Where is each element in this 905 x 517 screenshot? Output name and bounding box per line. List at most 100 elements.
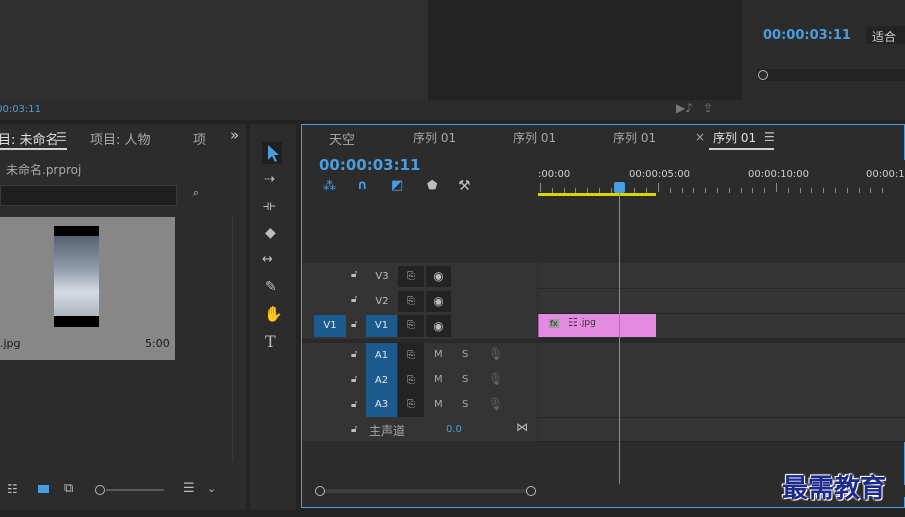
a1-sync-lock[interactable]: ⎘: [398, 343, 424, 368]
snap-icon[interactable]: ∩: [357, 178, 368, 193]
v2-lock-icon[interactable]: 🔓︎: [351, 294, 357, 305]
a1-solo-button[interactable]: S: [462, 349, 468, 360]
v2-eye-icon[interactable]: ◉: [426, 291, 451, 312]
v1-sync-lock[interactable]: ⎘: [398, 315, 424, 337]
list-view-icon[interactable]: ☷: [7, 482, 18, 496]
a2-sync-lock[interactable]: ⎘: [398, 368, 424, 393]
timeline-tab-active[interactable]: 序列 01: [713, 129, 756, 146]
add-marker-icon[interactable]: ⬟: [427, 178, 437, 192]
v2-track-lane[interactable]: [538, 289, 905, 314]
v3-track-lane[interactable]: [538, 263, 905, 289]
pen-tool-icon[interactable]: ✎: [265, 279, 277, 295]
type-tool-icon[interactable]: T: [265, 332, 276, 351]
v2-target-toggle[interactable]: V2: [368, 291, 396, 312]
clip-image-icon: ☷: [568, 316, 578, 329]
master-volume-value[interactable]: 0.0: [446, 424, 462, 435]
a2-solo-button[interactable]: S: [462, 374, 468, 385]
a1-lock-icon[interactable]: 🔓︎: [351, 349, 357, 360]
timeline-tab-seq-3[interactable]: 序列 01: [613, 129, 656, 146]
clip-name: .jpg: [0, 337, 21, 350]
timeline-tab-seq-1[interactable]: 序列 01: [413, 129, 456, 146]
timeline-scroll-left-knob[interactable]: [315, 486, 325, 496]
work-area-bar[interactable]: [538, 193, 656, 196]
a3-solo-button[interactable]: S: [462, 399, 468, 410]
program-scroll-knob[interactable]: [758, 70, 768, 80]
clip-jpg[interactable]: fx ☷ .jpg: [538, 314, 656, 337]
sort-chevron-icon[interactable]: ⌄: [207, 482, 216, 495]
program-ruler[interactable]: [757, 59, 905, 69]
nest-sequence-icon[interactable]: ⁂: [323, 179, 336, 194]
v3-target-toggle[interactable]: V3: [368, 266, 396, 287]
settings-wrench-icon[interactable]: ⚒: [458, 178, 471, 194]
selection-tool-icon[interactable]: [262, 142, 282, 164]
program-scrubber[interactable]: [757, 69, 905, 81]
a2-voiceover-mic-icon[interactable]: 🎙︎: [488, 372, 503, 386]
project-tab-renwu[interactable]: 项目: 人物: [90, 129, 151, 148]
project-tab-menu[interactable]: ☰: [56, 130, 67, 144]
a3-sync-lock[interactable]: ⎘: [398, 393, 424, 417]
ruler-label-5: 00:00:05:00: [629, 169, 691, 180]
playhead-handle[interactable]: [614, 182, 625, 193]
master-track-lane[interactable]: [538, 418, 905, 442]
timeline-ruler[interactable]: [538, 160, 905, 197]
v3-eye-icon[interactable]: ◉: [426, 266, 451, 287]
a2-mute-button[interactable]: M: [434, 374, 443, 385]
ruler-tick: [669, 188, 671, 193]
a3-mute-button[interactable]: M: [434, 399, 443, 410]
timeline-scroll-right-knob[interactable]: [526, 486, 536, 496]
timeline-tab-menu[interactable]: ☰: [764, 130, 775, 144]
ruler-tick: [870, 188, 872, 193]
ruler-tick: [705, 188, 707, 193]
a1-track-lane[interactable]: [538, 343, 905, 369]
audio-only-icon[interactable]: ▶♪: [676, 101, 693, 115]
go-to-in-out-icon[interactable]: ⋈: [516, 420, 528, 434]
freeform-view-icon[interactable]: ⧉: [64, 481, 73, 496]
export-frame-icon[interactable]: ⇪: [703, 101, 713, 115]
v1-eye-icon[interactable]: ◉: [426, 315, 451, 337]
close-icon[interactable]: ×: [695, 130, 705, 144]
v3-lock-icon[interactable]: 🔓︎: [351, 269, 357, 280]
a3-target-toggle[interactable]: A3: [366, 393, 397, 417]
slip-tool-icon[interactable]: ↔: [262, 252, 273, 267]
project-scrollbar[interactable]: [232, 217, 233, 462]
ruler-label-10: 00:00:10:00: [748, 169, 810, 180]
track-select-tool-icon[interactable]: ⇢: [264, 172, 275, 187]
hand-tool-icon[interactable]: ✋: [264, 305, 283, 323]
zoom-slider-knob[interactable]: [95, 485, 105, 495]
project-search-input[interactable]: [0, 185, 177, 206]
v3-sync-lock[interactable]: ⎘: [398, 266, 424, 287]
razor-tool-icon[interactable]: ◆: [265, 225, 276, 241]
panel-overflow-icon[interactable]: »: [230, 126, 239, 144]
project-tab-truncated[interactable]: 项: [193, 129, 206, 148]
v1-target-toggle[interactable]: V1: [366, 315, 397, 337]
fx-badge-icon: fx: [549, 319, 559, 328]
icon-view-icon[interactable]: [38, 485, 49, 493]
bin-search-icon[interactable]: ⌕: [193, 186, 199, 200]
a1-label: A1: [374, 350, 389, 361]
timeline-tab-seq-2[interactable]: 序列 01: [513, 129, 556, 146]
a3-voiceover-mic-icon[interactable]: 🎙︎: [488, 397, 503, 411]
v2-sync-lock[interactable]: ⎘: [398, 291, 424, 312]
project-tab-active[interactable]: 目: 未命名: [0, 129, 59, 148]
a2-target-toggle[interactable]: A2: [366, 368, 397, 393]
a2-track-lane[interactable]: [538, 368, 905, 394]
timeline-tab-sky[interactable]: 天空: [329, 129, 355, 148]
playhead-timecode[interactable]: 00:00:03:11: [319, 156, 421, 174]
a1-voiceover-mic-icon[interactable]: 🎙︎: [488, 347, 503, 361]
ripple-edit-tool-icon[interactable]: ⟛: [263, 198, 276, 214]
zoom-slider-track[interactable]: [106, 489, 164, 491]
sort-icon[interactable]: ☰: [183, 481, 195, 496]
a3-lock-icon[interactable]: 🔓︎: [351, 399, 357, 410]
linked-selection-icon[interactable]: ◩: [391, 178, 403, 193]
timeline-scroll-thumb[interactable]: [322, 489, 532, 493]
a1-mute-button[interactable]: M: [434, 349, 443, 360]
program-timecode[interactable]: 00:00:03:11: [763, 28, 851, 43]
v1-source-patch[interactable]: V1: [314, 315, 346, 337]
playhead-line[interactable]: [619, 184, 620, 484]
a2-lock-icon[interactable]: 🔓︎: [351, 374, 357, 385]
fit-dropdown[interactable]: 适合: [866, 26, 905, 44]
a3-track-lane[interactable]: [538, 393, 905, 418]
a1-target-toggle[interactable]: A1: [366, 343, 397, 368]
master-lock-icon[interactable]: 🔓︎: [351, 424, 357, 435]
v1-lock-icon[interactable]: 🔓︎: [351, 319, 357, 330]
